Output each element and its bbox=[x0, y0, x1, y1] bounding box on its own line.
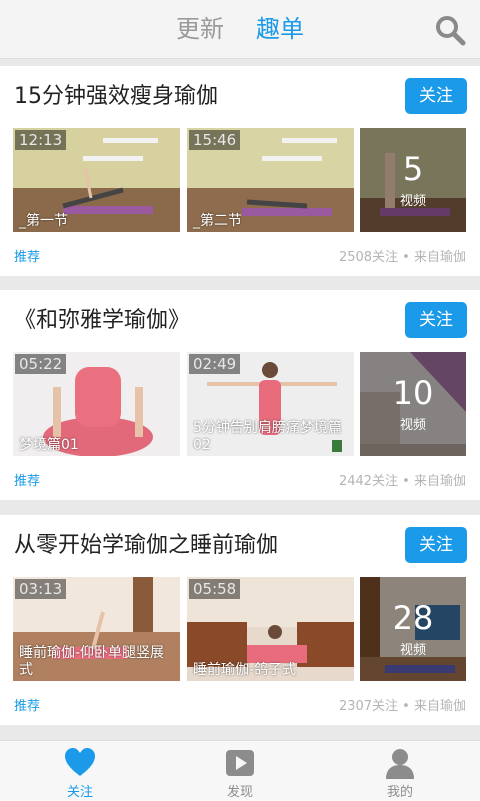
video-count: 28 bbox=[392, 599, 434, 637]
video-duration: 05:22 bbox=[15, 354, 67, 374]
follow-button[interactable]: 关注 bbox=[405, 527, 467, 563]
playlist-card[interactable]: 从零开始学瑜伽之睡前瑜伽 关注 03:13 睡前瑜伽-仰卧单腿竖展式 05:58… bbox=[0, 515, 480, 725]
video-thumbnail[interactable]: 02:49 5分钟告别肩膀痛梦境篇02 bbox=[187, 352, 354, 456]
video-count-label: 视频 bbox=[399, 643, 426, 658]
playlist-meta: 2508关注 • 来自瑜伽 bbox=[338, 250, 466, 265]
nav-discover-label: 发现 bbox=[226, 785, 253, 800]
video-caption: _第一节 bbox=[19, 213, 68, 229]
video-count: 5 bbox=[402, 150, 424, 188]
tab-playlists[interactable]: 趣单 bbox=[256, 14, 304, 44]
video-thumbnail[interactable]: 15:46 _第二节 bbox=[187, 128, 354, 232]
tab-updates[interactable]: 更新 bbox=[176, 14, 224, 44]
follow-button[interactable]: 关注 bbox=[405, 78, 467, 114]
playlist-title[interactable]: 《和弥雅学瑜伽》 bbox=[14, 304, 190, 338]
video-thumbnail[interactable]: 03:13 睡前瑜伽-仰卧单腿竖展式 bbox=[13, 577, 180, 681]
playlist-card[interactable]: 《和弥雅学瑜伽》 关注 05:22 梦境篇01 02:49 5分钟告别肩膀痛梦境… bbox=[0, 290, 480, 500]
video-count-label: 视频 bbox=[399, 194, 426, 209]
video-count-label: 视频 bbox=[399, 418, 426, 433]
video-duration: 03:13 bbox=[15, 579, 67, 599]
video-duration: 12:13 bbox=[15, 130, 67, 150]
play-icon bbox=[226, 750, 254, 776]
heart-icon bbox=[65, 748, 95, 776]
user-icon bbox=[386, 749, 414, 779]
video-thumbnail[interactable]: 05:58 睡前瑜伽-鸽子式 bbox=[187, 577, 354, 681]
recommend-tag[interactable]: 推荐 bbox=[14, 246, 40, 265]
playlist-meta: 2442关注 • 来自瑜伽 bbox=[338, 474, 466, 489]
recommend-tag[interactable]: 推荐 bbox=[14, 695, 40, 714]
video-duration: 02:49 bbox=[189, 354, 241, 374]
video-caption: 5分钟告别肩膀痛梦境篇02 bbox=[193, 420, 342, 453]
bottom-nav: 关注 发现 我的 bbox=[0, 740, 480, 801]
video-caption: _第二节 bbox=[193, 213, 242, 229]
recommend-tag[interactable]: 推荐 bbox=[14, 470, 40, 489]
playlist-title[interactable]: 15分钟强效瘦身瑜伽 bbox=[14, 80, 218, 114]
search-icon[interactable] bbox=[434, 14, 466, 46]
nav-follow[interactable]: 关注 bbox=[40, 741, 120, 801]
nav-discover[interactable]: 发现 bbox=[200, 741, 280, 801]
video-caption: 睡前瑜伽-仰卧单腿竖展式 bbox=[19, 645, 165, 678]
video-count: 10 bbox=[392, 374, 434, 412]
video-duration: 15:46 bbox=[189, 130, 241, 150]
video-duration: 05:58 bbox=[189, 579, 241, 599]
follow-button[interactable]: 关注 bbox=[405, 302, 467, 338]
nav-follow-label: 关注 bbox=[66, 785, 93, 800]
more-videos-tile[interactable]: 5 视频 bbox=[360, 128, 466, 232]
video-caption: 梦境篇01 bbox=[19, 437, 79, 453]
video-caption: 睡前瑜伽-鸽子式 bbox=[193, 662, 297, 678]
more-videos-tile[interactable]: 28 视频 bbox=[360, 577, 466, 681]
top-bar: 更新 趣单 bbox=[0, 0, 480, 59]
video-thumbnail[interactable]: 12:13 _第一节 bbox=[13, 128, 180, 232]
video-thumbnail[interactable]: 05:22 梦境篇01 bbox=[13, 352, 180, 456]
playlist-card[interactable]: 15分钟强效瘦身瑜伽 关注 12:13 _第一节 15:46 _第二节 5 视频… bbox=[0, 66, 480, 276]
playlist-title[interactable]: 从零开始学瑜伽之睡前瑜伽 bbox=[14, 529, 278, 563]
playlist-meta: 2307关注 • 来自瑜伽 bbox=[338, 699, 466, 714]
nav-me[interactable]: 我的 bbox=[360, 741, 440, 801]
nav-me-label: 我的 bbox=[386, 785, 413, 800]
more-videos-tile[interactable]: 10 视频 bbox=[360, 352, 466, 456]
